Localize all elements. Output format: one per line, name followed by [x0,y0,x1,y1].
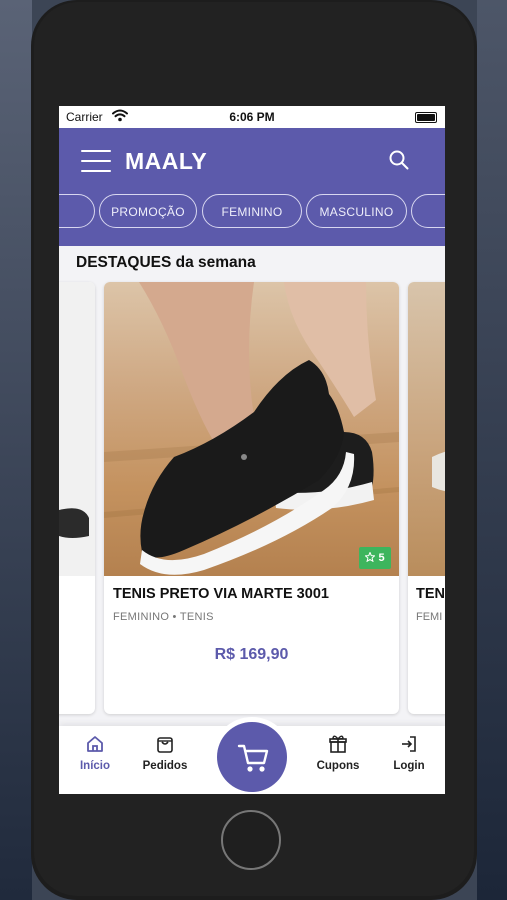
product-card-featured[interactable]: 5 TENIS PRETO VIA MARTE 3001 FEMININO • … [104,282,399,714]
gift-icon [329,735,347,753]
product-image: 5 [104,282,399,576]
tab-login[interactable]: Login [379,734,439,772]
chip-masculino[interactable]: MASCULINO [306,194,407,228]
brand-title: MAALY [125,148,208,174]
product-name-partial: TEN [416,586,445,602]
chip-partial-right[interactable] [411,194,445,228]
tab-orders[interactable]: Pedidos [135,734,195,772]
rating-value: 5 [378,552,385,564]
tab-home-label: Início [79,760,111,772]
rating-badge: 5 [359,547,391,569]
chip-feminino[interactable]: FEMININO [202,194,302,228]
shoe-photo [104,282,399,575]
product-category: FEMININO • TENIS [113,611,214,623]
product-image-partial [408,282,445,576]
status-bar: Carrier 6:06 PM [59,106,445,128]
cart-button[interactable] [217,722,287,792]
background-left [0,0,32,900]
tab-coupons[interactable]: Cupons [308,734,368,772]
product-card-next[interactable]: TEN FEMI [408,282,445,714]
clock: 6:06 PM [229,110,275,124]
battery-icon [415,112,437,123]
tab-orders-label: Pedidos [142,760,188,772]
home-icon [87,736,103,752]
device-home-button[interactable] [221,810,281,870]
chip-promocao[interactable]: PROMOÇÃO [99,194,197,228]
tab-coupons-label: Cupons [316,760,360,772]
menu-icon[interactable] [81,150,111,174]
category-chips: PROMOÇÃO FEMININO MASCULINO [59,194,445,232]
background-right [477,0,507,900]
app-header: MAALY PROMOÇÃO FEMININO MASCULINO [59,128,445,246]
product-name: TENIS PRETO VIA MARTE 3001 [113,586,329,602]
shoe-partial-right [432,451,445,492]
app-screen: Carrier 6:06 PM MAALY PROMOÇÃO FEMININO … [59,106,445,794]
search-icon[interactable] [388,149,410,171]
product-card-previous[interactable] [59,282,95,714]
login-icon [402,736,416,752]
cart-icon [237,744,269,772]
star-icon [364,551,377,563]
product-price: R$ 169,90 [214,646,289,663]
tab-login-label: Login [393,760,425,772]
section-title: DESTAQUES da semana [76,254,256,271]
product-category-partial: FEMI [416,611,443,623]
shoe-partial-image [59,282,95,576]
bag-icon [157,737,173,753]
tab-home[interactable]: Início [65,734,125,772]
chip-partial-left[interactable] [59,194,95,228]
